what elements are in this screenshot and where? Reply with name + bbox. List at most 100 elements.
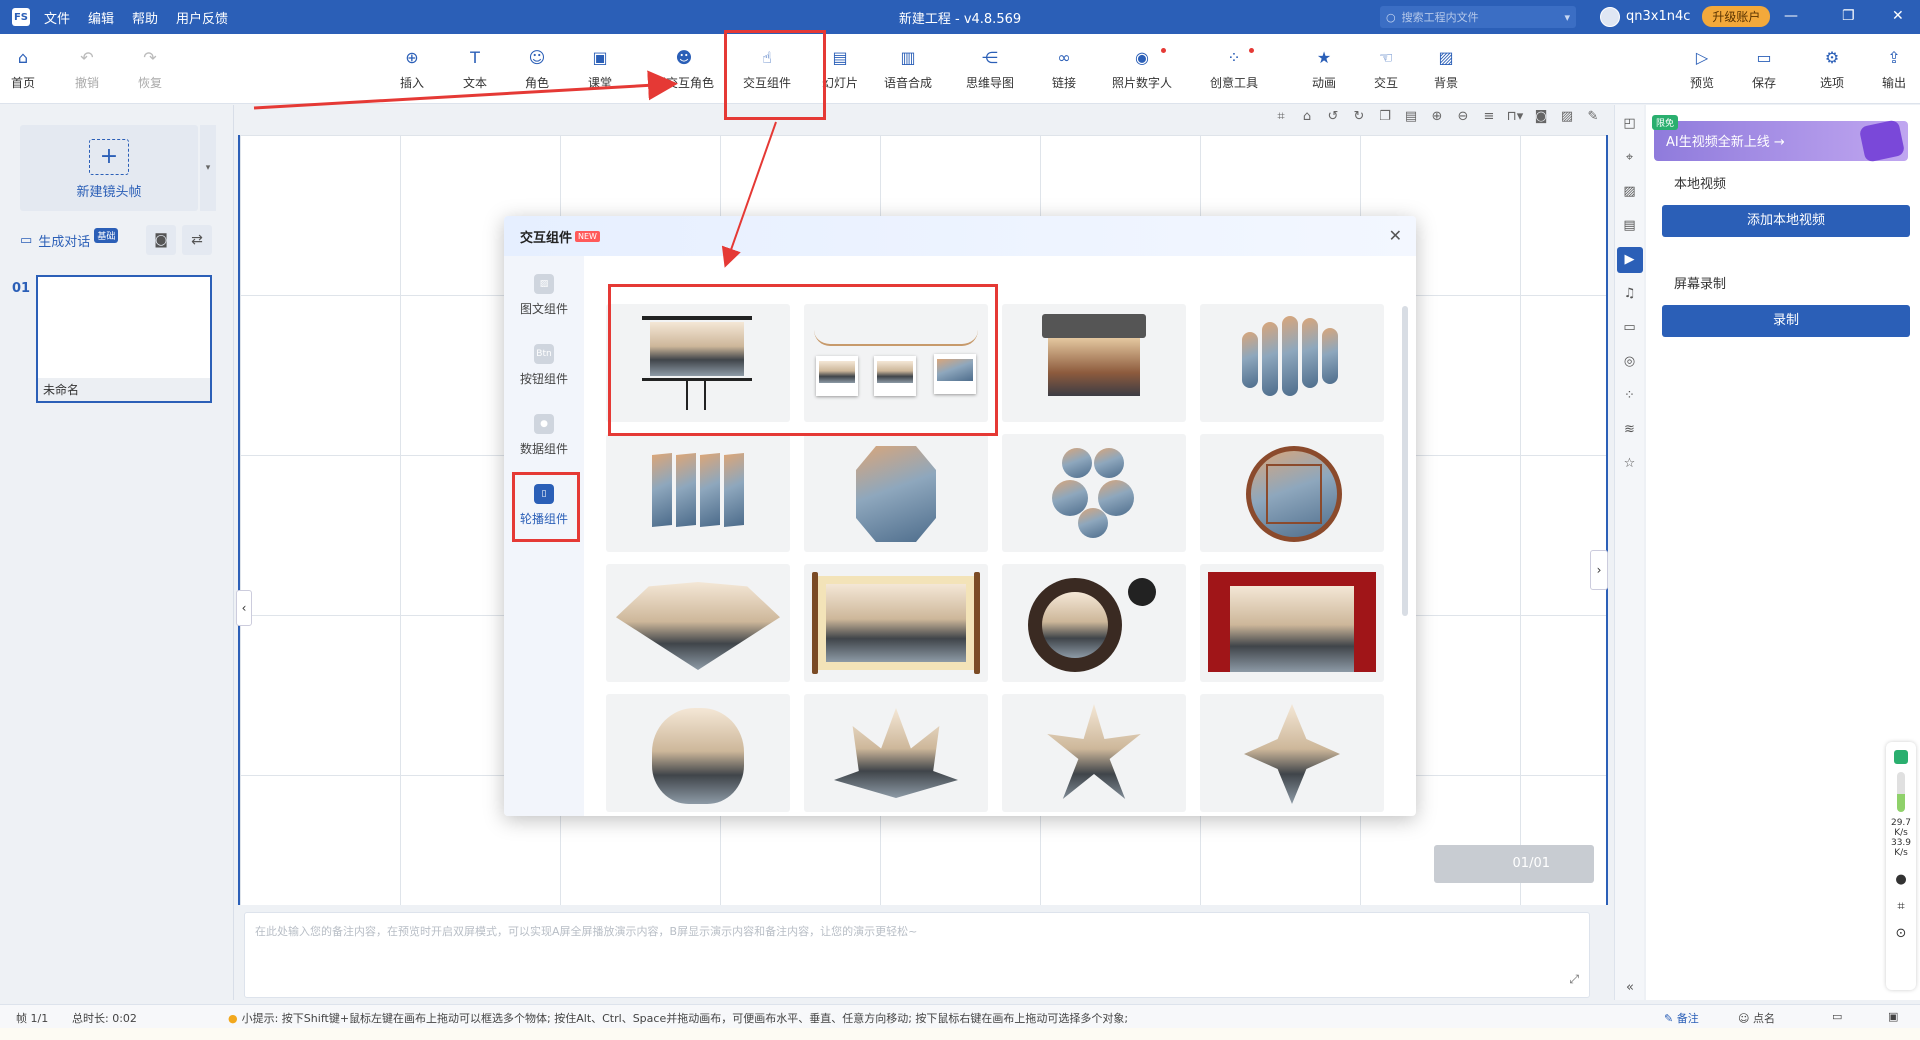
picture-icon[interactable]: ▨	[1617, 179, 1643, 205]
classroom-button[interactable]: ▣ 课堂	[568, 48, 632, 91]
grid-icon[interactable]: ⁘	[1617, 383, 1643, 409]
carousel-lotus[interactable]	[804, 694, 988, 812]
link-button[interactable]: ∞ 链接	[1032, 48, 1096, 91]
format-icon[interactable]: ⌗	[1268, 109, 1294, 124]
mindmap-button[interactable]: ⋲ 思维导图	[958, 48, 1022, 91]
folder-icon[interactable]: ▣	[1888, 1010, 1898, 1023]
screenshot-icon[interactable]: ◙	[1528, 109, 1554, 124]
insert-button[interactable]: ⊕ 插入	[380, 48, 444, 91]
align-icon[interactable]: ≡	[1476, 109, 1502, 124]
star-icon[interactable]: ☆	[1617, 451, 1643, 477]
copy-icon[interactable]: ❐	[1372, 109, 1398, 124]
menu-file[interactable]: 文件	[44, 8, 70, 27]
project-search[interactable]: ○ ▾	[1380, 6, 1576, 28]
collapse-double-icon[interactable]: «	[1617, 975, 1643, 1001]
image-icon[interactable]: ▨	[1554, 109, 1580, 124]
carousel-projector[interactable]	[1002, 304, 1186, 422]
menu-feedback[interactable]: 用户反馈	[176, 8, 228, 27]
category-data[interactable]: ● 数据组件	[512, 406, 576, 468]
carousel-flower-round[interactable]	[606, 694, 790, 812]
new-frame-dropdown[interactable]: ▾	[200, 125, 216, 211]
carousel-clover[interactable]	[1002, 434, 1186, 552]
chat-bubble-icon[interactable]: ●	[1886, 872, 1916, 887]
voice-synthesis-button[interactable]: ▥ 语音合成	[876, 48, 940, 91]
home-button[interactable]: ⌂ 首页	[0, 48, 55, 91]
stack-icon[interactable]: ≋	[1617, 417, 1643, 443]
paste-icon[interactable]: ▤	[1398, 109, 1424, 124]
notes-input[interactable]	[255, 923, 1579, 983]
carousel-tilted-strips[interactable]	[606, 434, 790, 552]
creative-tools-button[interactable]: ⁘ 创意工具	[1202, 48, 1266, 91]
collapse-right-panel[interactable]: ›	[1590, 550, 1608, 590]
carousel-star-flower[interactable]	[1002, 694, 1186, 812]
rotate-right-icon[interactable]: ↻	[1346, 109, 1372, 124]
frame-thumbnail[interactable]: 未命名	[36, 275, 212, 403]
text-button[interactable]: T 文本	[443, 48, 507, 91]
background-button[interactable]: ▨ 背景	[1414, 48, 1478, 91]
redo-button[interactable]: ↷ 恢复	[118, 48, 182, 91]
preview-button[interactable]: ▷ 预览	[1670, 48, 1734, 91]
save-button[interactable]: ▭ 保存	[1732, 48, 1796, 91]
restore-icon[interactable]: ❐	[1842, 8, 1855, 24]
switch-button[interactable]: ⇄	[182, 225, 212, 255]
interactive-component-button[interactable]: ☝ 交互组件	[735, 48, 799, 91]
minimize-icon[interactable]: —	[1784, 8, 1798, 24]
search-input[interactable]	[1401, 10, 1542, 24]
add-local-video-button[interactable]: 添加本地视频	[1662, 205, 1910, 237]
subtitle-icon[interactable]: ▭	[1617, 315, 1643, 341]
edit-icon[interactable]: ✎	[1580, 109, 1606, 124]
carousel-projector-screen[interactable]	[606, 304, 790, 422]
dialog-scrollbar[interactable]	[1402, 306, 1408, 616]
category-button[interactable]: Btn 按钮组件	[512, 336, 576, 398]
screen-icon[interactable]: ▭	[1832, 1010, 1842, 1023]
chevron-down-icon[interactable]: ▾	[1564, 11, 1570, 24]
slide-button[interactable]: ▤ 幻灯片	[808, 48, 872, 91]
shield-icon[interactable]	[1894, 750, 1908, 764]
category-carousel[interactable]: ▯ 轮播组件	[512, 476, 576, 538]
lock-icon[interactable]: ⊓▾	[1502, 109, 1528, 124]
zoom-icon[interactable]: ⊙	[1886, 926, 1916, 941]
music-icon[interactable]: ♫	[1617, 281, 1643, 307]
compass-icon[interactable]: ◎	[1617, 349, 1643, 375]
generate-dialog-button[interactable]: ▭ 生成对话 基础	[20, 225, 142, 255]
carousel-folding-fan[interactable]	[606, 564, 790, 682]
undo-button[interactable]: ↶ 撤销	[55, 48, 119, 91]
carousel-theater-curtain[interactable]	[1200, 564, 1384, 682]
export-button[interactable]: ⇪ 输出	[1862, 48, 1920, 91]
carousel-scroll[interactable]	[804, 564, 988, 682]
carousel-vinyl[interactable]	[1002, 564, 1186, 682]
avatar[interactable]	[1600, 6, 1620, 27]
frame-icon[interactable]: ⌖	[1617, 145, 1643, 171]
ai-video-banner[interactable]: 限免 AI生视频全新上线 →	[1652, 115, 1908, 163]
home-view-icon[interactable]: ⌂	[1294, 109, 1320, 124]
document-icon[interactable]: ▤	[1617, 213, 1643, 239]
role-button[interactable]: ☺ 角色	[505, 48, 569, 91]
rotate-left-icon[interactable]: ↺	[1320, 109, 1346, 124]
upgrade-button[interactable]: 升级账户	[1702, 6, 1771, 27]
photo-avatar-button[interactable]: ◉ 照片数字人	[1106, 48, 1178, 91]
record-button[interactable]: 录制	[1662, 305, 1910, 337]
menu-edit[interactable]: 编辑	[88, 8, 114, 27]
carousel-window-lattice[interactable]	[1200, 434, 1384, 552]
carousel-four-petal[interactable]	[1200, 694, 1384, 812]
video-icon[interactable]: ▶	[1616, 247, 1643, 273]
close-icon[interactable]: ✕	[1892, 8, 1904, 24]
carousel-slats[interactable]	[1200, 304, 1384, 422]
notes-toggle[interactable]: ✎ 备注	[1664, 1010, 1699, 1026]
carousel-hexagons[interactable]	[804, 434, 988, 552]
options-button[interactable]: ⚙ 选项	[1800, 48, 1864, 91]
zoom-in-icon[interactable]: ⊕	[1424, 109, 1450, 124]
new-frame-button[interactable]: + 新建镜头帧	[20, 125, 198, 211]
category-image-text[interactable]: ▨ 图文组件	[512, 266, 576, 328]
crop-icon[interactable]: ⌗	[1886, 899, 1916, 914]
carousel-hanging-photos[interactable]	[804, 304, 988, 422]
camera-button[interactable]: ◙	[146, 225, 176, 255]
roll-call-button[interactable]: ☺ 点名	[1738, 1010, 1775, 1026]
menu-help[interactable]: 帮助	[132, 8, 158, 27]
layers-icon[interactable]: ◰	[1617, 111, 1643, 137]
username[interactable]: qn3x1n4c	[1626, 9, 1690, 24]
interactive-role-button[interactable]: ☻ 互交互角色	[646, 48, 722, 91]
expand-icon[interactable]: ⤢	[1569, 972, 1579, 987]
animation-button[interactable]: ★ 动画	[1292, 48, 1356, 91]
zoom-out-icon[interactable]: ⊖	[1450, 109, 1476, 124]
